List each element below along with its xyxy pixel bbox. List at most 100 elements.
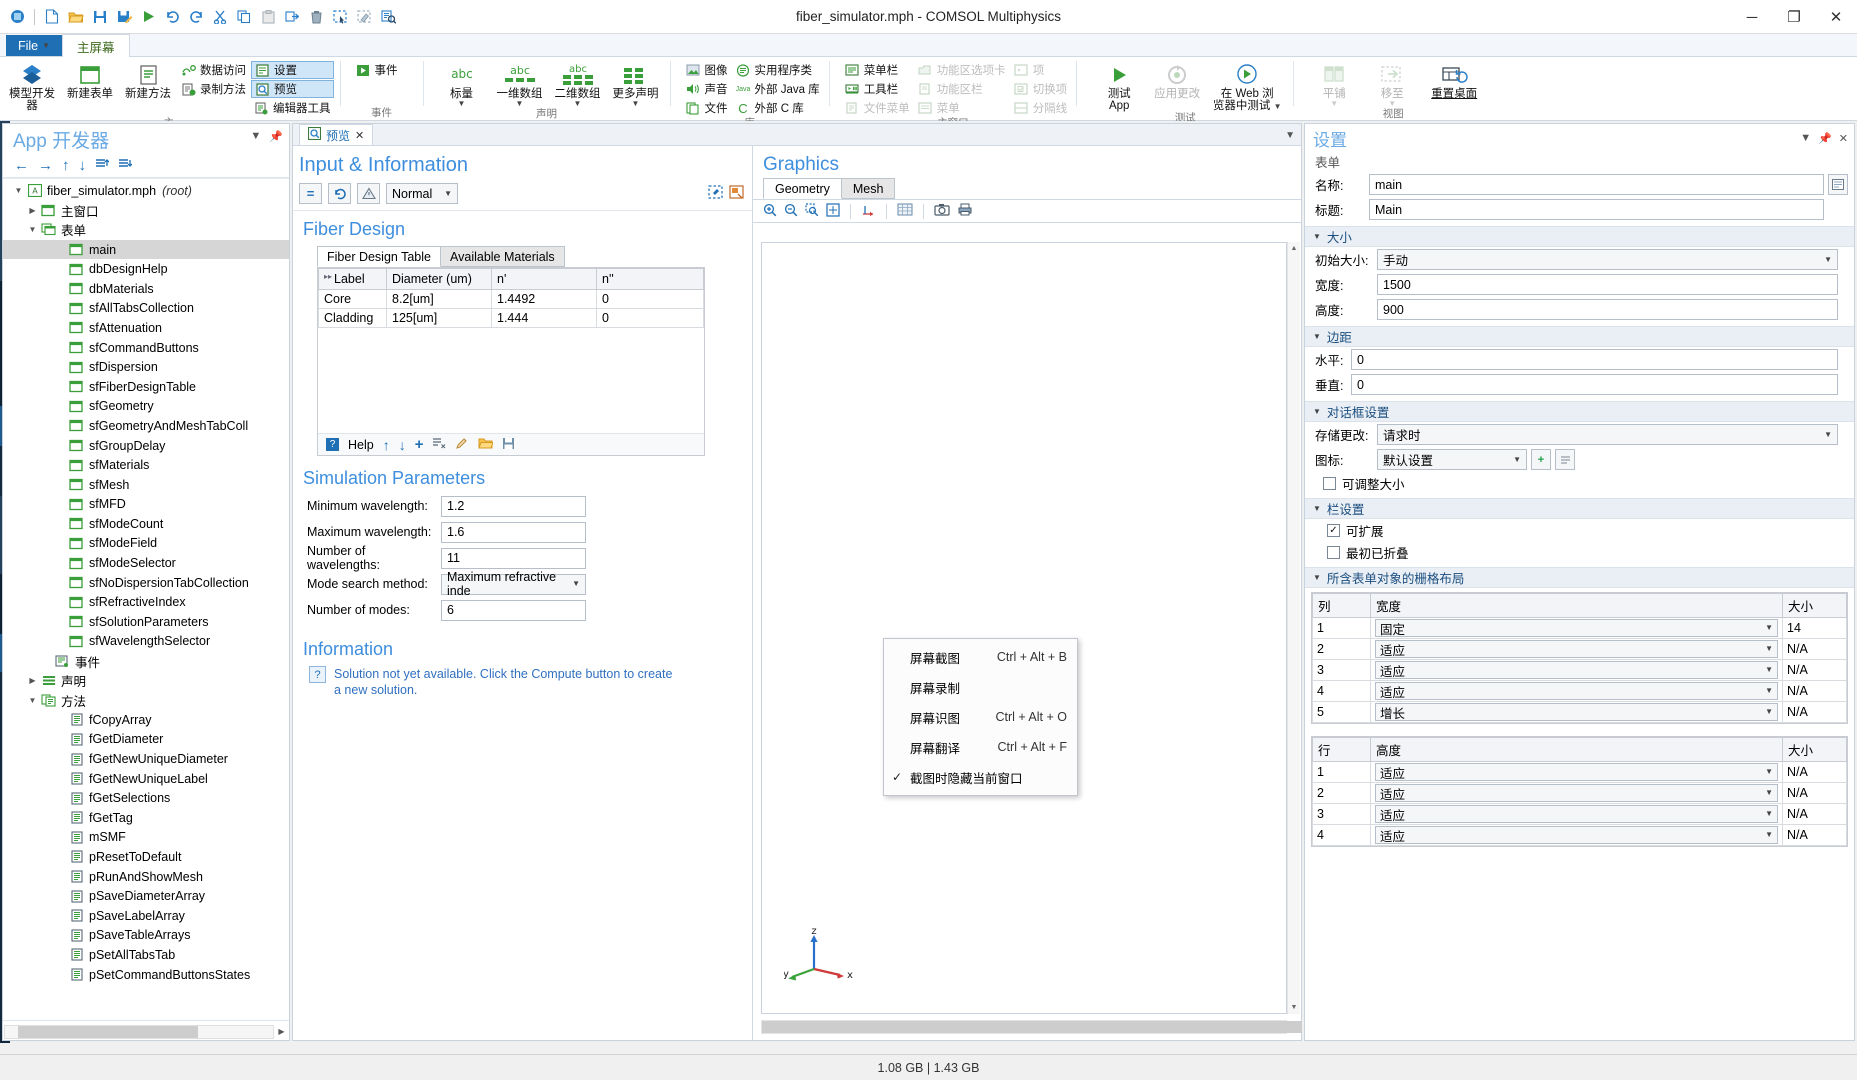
editor-tools-button[interactable]: 编辑器工具: [251, 99, 334, 117]
scroll-right-icon[interactable]: ▶: [275, 1025, 288, 1039]
chevron-down-icon[interactable]: ▼: [1274, 102, 1282, 111]
tree-node[interactable]: pResetToDefault: [3, 847, 289, 867]
cell-select[interactable]: 适应 ▼: [1375, 661, 1778, 679]
tree-node[interactable]: sfModeSelector: [3, 553, 289, 573]
tree-node[interactable]: sfModeCount: [3, 514, 289, 534]
table-cell[interactable]: 适应 ▼: [1370, 680, 1783, 702]
column-header[interactable]: 高度: [1370, 737, 1783, 762]
scroll-thumb[interactable]: [18, 1026, 198, 1038]
table-cell[interactable]: Core: [318, 289, 387, 309]
open-folder-icon[interactable]: [65, 6, 87, 28]
tab-geometry[interactable]: Geometry: [763, 178, 842, 199]
tree-node[interactable]: sfWavelengthSelector: [3, 632, 289, 652]
table-body[interactable]: 1 固定 ▼ 14 2 适应 ▼ N/A 3 适应 ▼ N/A 4 适应 ▼ N/A 5 增长 ▼ N/A: [1312, 617, 1847, 723]
cell-select[interactable]: 固定 ▼: [1375, 619, 1778, 637]
move-down-icon[interactable]: ↓: [79, 158, 87, 173]
expander-open-icon[interactable]: ▼: [25, 225, 40, 234]
highlight-icon[interactable]: [729, 185, 744, 202]
zoom-out-icon[interactable]: [784, 203, 798, 220]
store-changes-select[interactable]: 请求时 ▼: [1377, 424, 1838, 445]
settings-header-controls[interactable]: ▼ 📌 ✕: [1800, 132, 1848, 145]
column-header[interactable]: Diameter (um): [386, 268, 492, 290]
file-button[interactable]: 文件: [683, 99, 731, 117]
table-cell[interactable]: N/A: [1782, 638, 1847, 660]
app-developer-tree[interactable]: ▼ Afiber_simulator.mph (root) ▶ 主窗口 ▼ 表单 main db…: [3, 178, 289, 1020]
tree-node[interactable]: sfModeField: [3, 534, 289, 554]
table-body[interactable]: 1 适应 ▼ N/A 2 适应 ▼ N/A 3 适应 ▼ N/A 4 适应 ▼ N/A: [1312, 761, 1847, 846]
panel-header-controls[interactable]: ▼ 📌: [250, 130, 283, 143]
move-up-icon[interactable]: ↑: [62, 158, 70, 173]
help-icon[interactable]: ?: [326, 438, 339, 451]
initially-collapsed-checkbox[interactable]: [1327, 545, 1340, 559]
tree-node[interactable]: ▼ 表单: [3, 220, 289, 240]
table-row[interactable]: Cladding 125[um] 1.444 0: [318, 308, 704, 328]
tree-node[interactable]: sfCommandButtons: [3, 338, 289, 358]
chevron-down-icon[interactable]: ▼: [574, 100, 582, 108]
table-cell[interactable]: 适应 ▼: [1370, 824, 1783, 846]
table-row[interactable]: 4 适应 ▼ N/A: [1312, 680, 1847, 702]
save-as-icon[interactable]: [113, 6, 135, 28]
cut-icon[interactable]: [209, 6, 231, 28]
pin-icon[interactable]: 📌: [269, 130, 283, 143]
scroll-thumb[interactable]: [762, 1021, 1302, 1033]
column-header[interactable]: 大小: [1782, 737, 1847, 762]
back-icon[interactable]: ←: [14, 158, 29, 173]
tree-node[interactable]: fGetNewUniqueDiameter: [3, 749, 289, 769]
table-cell[interactable]: 适应 ▼: [1370, 638, 1783, 660]
table-cell[interactable]: N/A: [1782, 761, 1847, 783]
tree-node[interactable]: ▶ 声明: [3, 671, 289, 691]
maximize-button[interactable]: ❐: [1773, 0, 1815, 34]
table-cell[interactable]: 3: [1312, 803, 1371, 825]
table-cell[interactable]: 0: [596, 308, 704, 328]
table-row[interactable]: 4 适应 ▼ N/A: [1312, 824, 1847, 846]
cell-select[interactable]: 适应 ▼: [1375, 826, 1778, 844]
resizable-checkbox-row[interactable]: 可调整大小: [1311, 472, 1848, 494]
table-row[interactable]: 1 适应 ▼ N/A: [1312, 761, 1847, 783]
table-cell[interactable]: 3: [1312, 659, 1371, 681]
table-cell[interactable]: N/A: [1782, 803, 1847, 825]
more-declarations-button[interactable]: 更多声明 ▼: [608, 59, 664, 108]
expandable-checkbox-row[interactable]: ✓ 可扩展: [1305, 519, 1854, 541]
preview-zoom-select[interactable]: Normal ▼: [386, 183, 458, 204]
tree-node[interactable]: sfMFD: [3, 495, 289, 515]
copy-icon[interactable]: [233, 6, 255, 28]
table-cell[interactable]: 5: [1312, 701, 1371, 723]
tree-node[interactable]: sfRefractiveIndex: [3, 592, 289, 612]
settings-toggle-button[interactable]: 设置: [251, 61, 334, 79]
tile-button[interactable]: 平铺 ▼: [1306, 59, 1362, 108]
context-menu-item[interactable]: 屏幕翻译 Ctrl + Alt + F: [884, 732, 1077, 762]
cell-select[interactable]: 适应 ▼: [1375, 682, 1778, 700]
reset-preview-button[interactable]: [328, 183, 351, 204]
reset-desktop-button[interactable]: 重置桌面: [1422, 59, 1486, 100]
column-header[interactable]: n'': [596, 268, 704, 290]
form-preview-toolbar[interactable]: = Normal ▼: [293, 177, 752, 211]
section-grid-layout[interactable]: ▼ 所含表单对象的栅格布局: [1305, 567, 1854, 588]
record-method-button[interactable]: 录制方法: [178, 80, 249, 98]
column-header[interactable]: 宽度: [1370, 593, 1783, 618]
scroll-up-icon[interactable]: ▲: [1288, 242, 1300, 255]
tree-node[interactable]: ▼ Afiber_simulator.mph (root): [3, 181, 289, 201]
table-cell[interactable]: N/A: [1782, 659, 1847, 681]
fiber-design-tabs[interactable]: Fiber Design Table Available Materials: [317, 246, 752, 267]
minimize-button[interactable]: ─: [1731, 0, 1773, 34]
zoom-search-icon[interactable]: [377, 6, 399, 28]
tree-node[interactable]: sfFiberDesignTable: [3, 377, 289, 397]
icon-list-button[interactable]: [1555, 449, 1575, 470]
tree-node[interactable]: fGetDiameter: [3, 730, 289, 750]
model-developer-button[interactable]: 模型开发器: [4, 59, 60, 112]
add-row-icon[interactable]: +: [415, 436, 424, 453]
tree-node[interactable]: sfAttenuation: [3, 318, 289, 338]
table-cell[interactable]: N/A: [1782, 782, 1847, 804]
cell-select[interactable]: 适应 ▼: [1375, 640, 1778, 658]
section-size[interactable]: ▼ 大小: [1305, 226, 1854, 247]
tree-node[interactable]: fCopyArray: [3, 710, 289, 730]
context-menu-item[interactable]: 屏幕截图 Ctrl + Alt + B: [884, 642, 1077, 672]
tree-node[interactable]: fGetSelections: [3, 788, 289, 808]
chevron-down-icon[interactable]: ▼: [516, 100, 524, 108]
settings-name-input[interactable]: main: [1369, 174, 1824, 195]
tree-node[interactable]: sfMaterials: [3, 455, 289, 475]
tree-node[interactable]: pSaveTableArrays: [3, 926, 289, 946]
height-input[interactable]: 900: [1377, 299, 1838, 320]
save-to-file-icon[interactable]: [502, 437, 515, 453]
zoom-in-icon[interactable]: [763, 203, 777, 220]
